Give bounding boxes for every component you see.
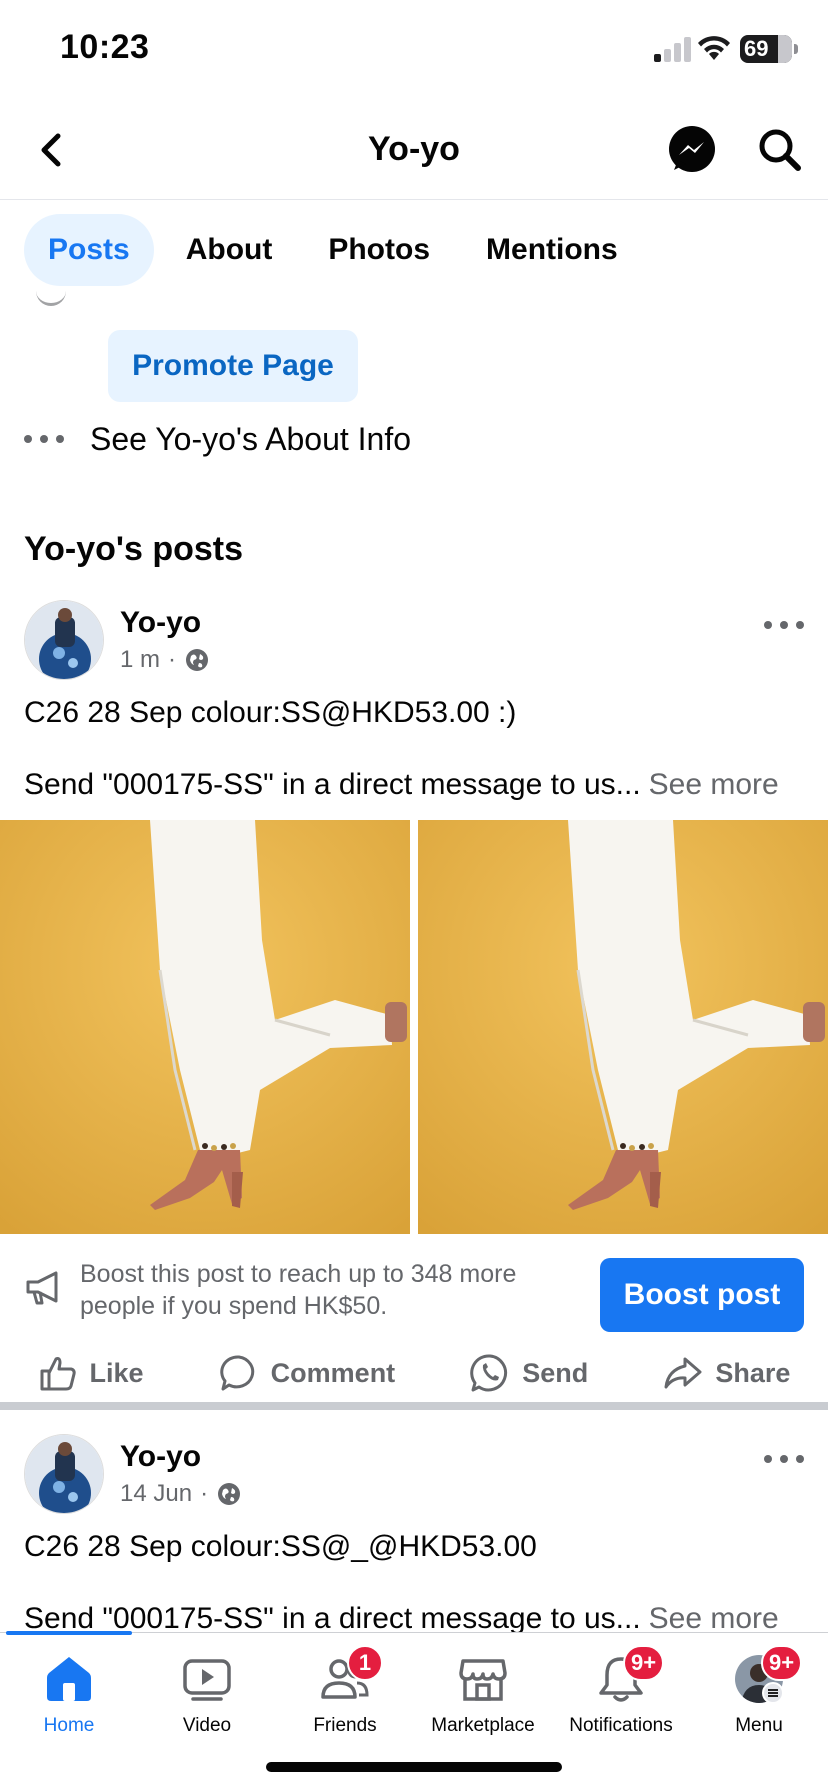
cellular-signal-icon [654,37,691,62]
post-time[interactable]: 14 Jun [120,1480,192,1508]
share-button[interactable]: Share [663,1353,790,1393]
search-icon[interactable] [754,124,806,176]
post-photo[interactable] [0,820,410,1234]
marketplace-icon [459,1659,507,1701]
post-time[interactable]: 1 m [120,646,160,674]
section-title: Yo-yo's posts [24,530,244,568]
nav-home[interactable]: Home [0,1653,138,1753]
globe-icon [186,649,209,671]
home-indicator [266,1762,562,1772]
messenger-icon[interactable] [666,124,718,176]
battery-level: 69 [744,36,769,61]
nav-marketplace[interactable]: Marketplace [414,1653,552,1753]
friends-icon-wrap: 1 [319,1645,383,1705]
share-label: Share [715,1357,791,1388]
post-actions: Like Comment Send Share [0,1338,828,1408]
boost-description: Boost this post to reach up to 348 more … [80,1260,517,1320]
active-tab-indicator [6,1631,132,1635]
home-icon [47,1657,91,1701]
post-meta: 14 Jun · [120,1480,242,1508]
tab-photos[interactable]: Photos [304,214,454,286]
post-options-button[interactable] [764,618,804,632]
tab-mentions[interactable]: Mentions [462,214,642,286]
post-text-line: C26 28 Sep colour:SS@HKD53.00 :) [24,696,517,729]
menu-badge: 9+ [761,1645,803,1681]
post-author[interactable]: Yo-yo [120,1440,201,1474]
post-text-line: Send "000175-SS" in a direct message to … [24,1602,779,1636]
page-tabs: Posts About Photos Mentions [24,214,642,286]
send-label: Send [522,1357,589,1388]
boost-banner: Boost this post to reach up to 348 more … [0,1258,828,1346]
tab-posts[interactable]: Posts [24,214,154,286]
post-author[interactable]: Yo-yo [120,606,201,640]
nav-label-home: Home [43,1715,95,1736]
send-button[interactable]: Send [470,1353,588,1393]
post-divider [0,1402,828,1410]
nav-label-marketplace: Marketplace [431,1715,535,1736]
post-photo[interactable] [418,820,828,1234]
see-more-link[interactable]: See more [649,1602,779,1635]
author-avatar[interactable] [24,1434,104,1514]
status-time: 10:23 [60,28,150,66]
scrolled-row-fragment [36,286,66,306]
nav-label-friends: Friends [313,1715,377,1736]
see-about-info-link[interactable]: See Yo-yo's About Info [24,414,411,464]
post-photos [0,820,828,1234]
comment-label: Comment [270,1357,396,1388]
profile-menu-icon-wrap: 9+ [733,1645,803,1705]
nav-menu[interactable]: 9+ Menu [690,1645,828,1753]
like-icon [40,1357,76,1391]
battery-cap [794,44,798,54]
nav-friends[interactable]: 1 Friends [276,1645,414,1753]
status-bar: 10:23 69 [0,0,828,100]
nav-label-video: Video [182,1715,232,1736]
post-meta: 1 m · [120,646,210,674]
post-text-line: Send "000175-SS" in a direct message to … [24,768,779,802]
author-avatar[interactable] [24,600,104,680]
promote-page-button[interactable]: Promote Page [108,330,358,402]
see-more-link[interactable]: See more [649,768,779,801]
comment-button[interactable]: Comment [219,1353,396,1393]
notifications-badge: 9+ [623,1645,665,1681]
battery-icon: 69 [740,35,792,63]
like-button[interactable]: Like [38,1353,144,1393]
nav-video[interactable]: Video [138,1653,276,1753]
wifi-icon [698,36,730,60]
megaphone-icon [26,1271,58,1305]
whatsapp-icon [470,1354,508,1392]
globe-icon [218,1483,241,1505]
post-text-line: C26 28 Sep colour:SS@_@HKD53.00 [24,1530,537,1563]
share-icon [664,1357,702,1389]
friends-badge: 1 [347,1645,383,1681]
page-header: Yo-yo [0,100,828,200]
nav-label-menu: Menu [735,1715,783,1736]
post-options-button[interactable] [764,1452,804,1466]
about-info-label: See Yo-yo's About Info [90,420,412,457]
boost-post-button[interactable]: Boost post [600,1258,804,1332]
video-icon [183,1659,231,1701]
like-label: Like [89,1357,144,1388]
tab-about[interactable]: About [162,214,297,286]
more-dots-icon [24,433,64,445]
bell-icon-wrap: 9+ [595,1645,665,1705]
nav-label-notifications: Notifications [569,1715,673,1736]
meta-separator: · [200,1480,209,1507]
meta-separator: · [168,646,177,673]
comment-icon [219,1355,254,1391]
post-text-truncated: Send "000175-SS" in a direct message to … [24,768,641,801]
nav-notifications[interactable]: 9+ Notifications [552,1645,690,1753]
